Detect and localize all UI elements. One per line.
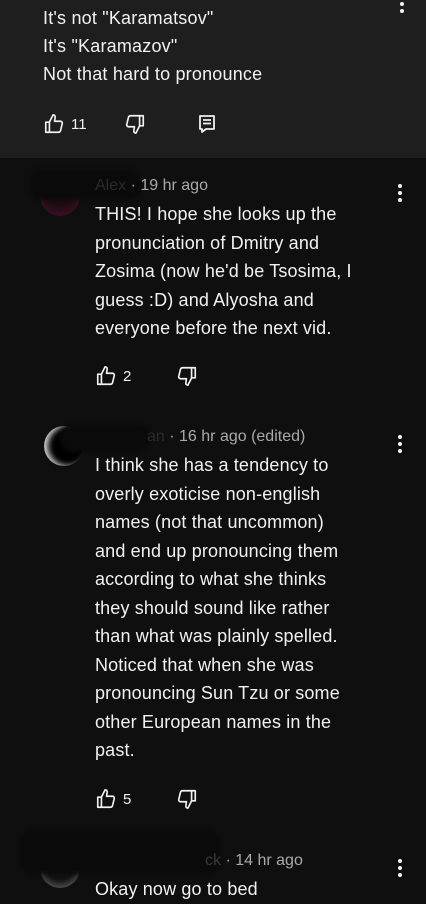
timestamp: · 16 hr ago (edited) <box>169 428 306 445</box>
author-name[interactable]: ck <box>205 852 221 869</box>
reply-icon <box>198 114 216 134</box>
more-options-button[interactable] <box>392 0 412 14</box>
comment-text: I think she has a tendency to overly exo… <box>95 451 405 765</box>
comment-line: guess :D) and Alyosha and <box>95 289 314 310</box>
author-name[interactable]: an <box>147 428 165 445</box>
like-button[interactable]: 2 <box>95 365 131 387</box>
comment-text: It's not "Karamatsov" It's "Karamazov" N… <box>43 4 383 88</box>
comment-line: they should sound like rather <box>95 597 330 618</box>
thumbs-down-icon <box>124 113 146 135</box>
comment-line: pronouncing Sun Tzu or some <box>95 683 340 703</box>
thumbs-up-icon <box>95 788 117 810</box>
like-count: 2 <box>123 367 132 385</box>
thumbs-down-icon <box>176 788 198 810</box>
thumbs-up-icon <box>43 113 65 135</box>
comment-line: other European names in the <box>95 711 332 732</box>
comment-line: It's not "Karamatsov" <box>43 8 214 28</box>
more-icon <box>400 0 404 13</box>
comment-text: THIS! I hope she looks up the pronunciat… <box>95 200 405 343</box>
comment-line: It's "Karamazov" <box>43 36 178 56</box>
comment-line: past. <box>95 740 135 760</box>
comment-line: THIS! I hope she looks up the <box>95 204 337 224</box>
comment-line: I think she has a tendency to <box>95 455 329 475</box>
comment-line: names (not that uncommon) <box>95 512 324 532</box>
timestamp: · 19 hr ago <box>130 177 208 194</box>
reply-button[interactable] <box>198 114 216 134</box>
like-count: 5 <box>123 790 132 808</box>
comment-line: Okay now go to bed <box>95 879 258 899</box>
dislike-button[interactable] <box>176 788 198 810</box>
reply-comment: ck · 14 hr ago Okay now go to bed <box>0 826 426 900</box>
timestamp: · 14 hr ago <box>225 852 303 869</box>
thumbs-down-icon <box>176 365 198 387</box>
comment-line: and end up pronouncing them <box>95 540 339 561</box>
comment-meta: Alex · 19 hr ago <box>95 177 208 195</box>
comment-line: overly exoticise non-english <box>95 483 321 504</box>
like-count: 11 <box>71 115 87 133</box>
dislike-button[interactable] <box>176 365 198 387</box>
reply-comment: Alex · 19 hr ago THIS! I hope she looks … <box>0 158 426 416</box>
comment-line: Not that hard to pronounce <box>43 64 263 84</box>
author-name[interactable]: Alex <box>95 177 126 194</box>
comment-meta: an · 16 hr ago (edited) <box>95 428 305 446</box>
thumbs-up-icon <box>95 365 117 387</box>
comment-meta: ck · 14 hr ago <box>95 852 303 870</box>
reply-comment: an · 16 hr ago (edited) I think she has … <box>0 416 426 826</box>
comment-line: Zosima (now he'd be Tsosima, I <box>95 261 352 281</box>
comment-line: everyone before the next vid. <box>95 318 332 338</box>
highlighted-comment: It's not "Karamatsov" It's "Karamazov" N… <box>0 0 426 158</box>
comment-line: Noticed that when she was <box>95 654 314 675</box>
comment-line: pronunciation of Dmitry and <box>95 232 320 253</box>
comment-line: than what was plainly spelled. <box>95 626 338 646</box>
comment-line: according to what she thinks <box>95 569 327 589</box>
comment-text: Okay now go to bed <box>95 875 405 904</box>
like-button[interactable]: 5 <box>95 788 131 810</box>
dislike-button[interactable] <box>124 113 146 135</box>
like-button[interactable]: 11 <box>43 113 87 135</box>
